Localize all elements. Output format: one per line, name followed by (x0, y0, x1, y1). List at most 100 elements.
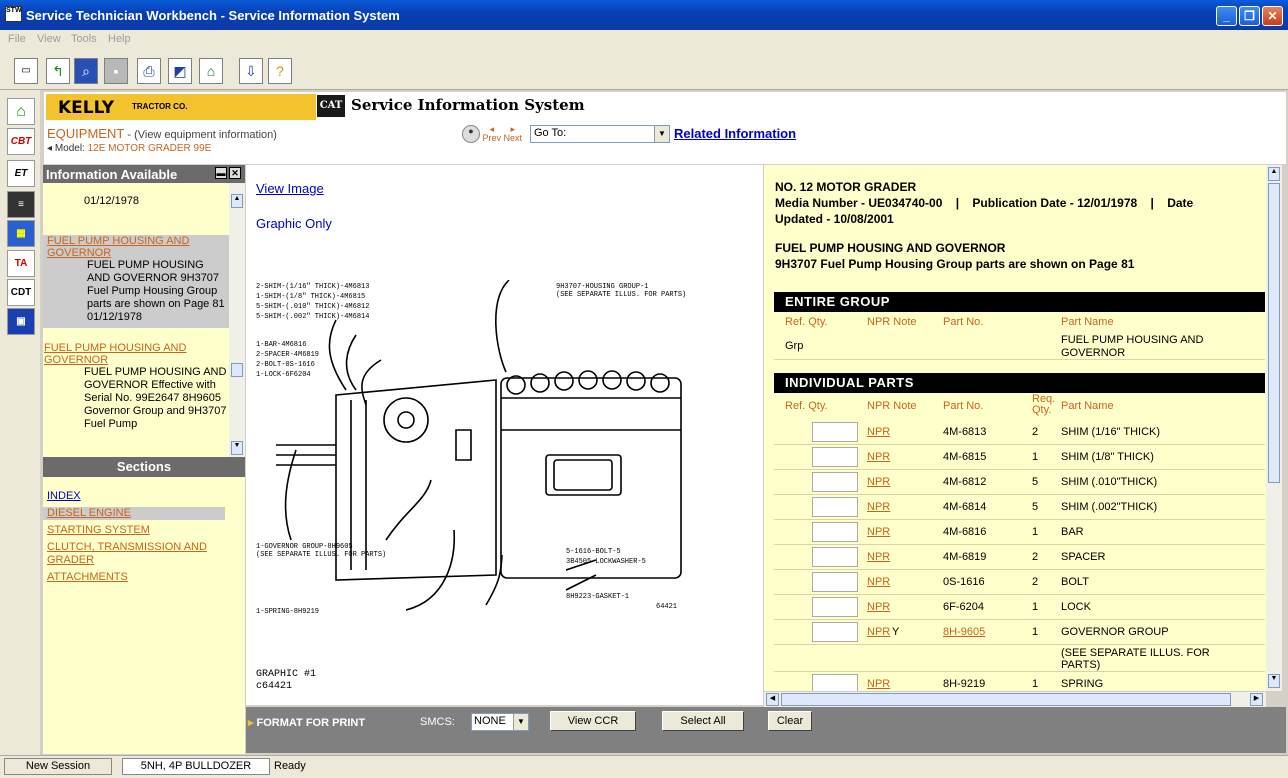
label-lock: 1-LOCK-6F6204 (256, 371, 311, 379)
menu-file[interactable]: File (8, 33, 26, 45)
clear-button[interactable]: Clear (768, 711, 812, 731)
ref-qty-input[interactable] (812, 472, 858, 492)
part-number[interactable]: 8H-9605 (943, 626, 985, 638)
disk-icon[interactable]: ▪ (104, 58, 128, 84)
network-icon[interactable]: ≡ (7, 191, 35, 218)
exploded-parts-drawing[interactable]: 2-SHIM-(1/16" THICK)-4M6813 1-SHIM-(1/8"… (256, 280, 696, 620)
ref-qty-input[interactable] (812, 547, 858, 567)
npr-link[interactable]: NPR (867, 426, 890, 438)
ref-qty-input[interactable] (812, 422, 858, 442)
note-row: (SEE SEPARATE ILLUS. FOR PARTS) (774, 645, 1265, 672)
ta-icon[interactable]: TA (7, 250, 35, 277)
minimize-panel-icon[interactable]: ▭ (14, 58, 38, 84)
restore-button[interactable]: ❐ (1239, 6, 1260, 26)
npr-link[interactable]: NPR (867, 451, 890, 463)
npr-link[interactable]: NPR (867, 476, 890, 488)
info-list: 01/12/1978 FUEL PUMP HOUSING AND GOVERNO… (43, 183, 229, 457)
home-icon[interactable]: ⌂ (7, 98, 35, 125)
ref-qty-input[interactable] (812, 674, 858, 691)
npr-link[interactable]: NPR (867, 601, 890, 613)
view-image-link[interactable]: View Image (256, 181, 324, 196)
section-diesel-engine[interactable]: DIESEL ENGINE (43, 507, 225, 520)
format-for-print[interactable]: ▸ FORMAT FOR PRINT (248, 716, 365, 729)
section-starting-system[interactable]: STARTING SYSTEM (43, 524, 245, 537)
minimize-button[interactable]: _ (1216, 6, 1237, 26)
ref-qty-input[interactable] (812, 497, 858, 517)
cdt-icon[interactable]: CDT (7, 279, 35, 306)
scroll-left-icon[interactable]: ◀ (766, 693, 779, 706)
npr-link[interactable]: NPR (867, 501, 890, 513)
prev-button[interactable]: ◂ Prev (483, 125, 502, 143)
exit-icon[interactable]: ⇩ (239, 58, 263, 84)
scroll-thumb[interactable] (781, 693, 1231, 706)
part-row: NPR 4M-6819 2 SPACER (774, 545, 1265, 570)
label-housing-note: (SEE SEPARATE ILLUS. FOR PARTS) (556, 291, 686, 299)
menu-help[interactable]: Help (108, 33, 131, 45)
label-shim-2: 1-SHIM-(1/8" THICK)-4M6815 (256, 293, 365, 301)
et-icon[interactable]: ET (7, 160, 35, 187)
npr-link[interactable]: NPR (867, 626, 890, 638)
window-title: Service Technician Workbench - Service I… (26, 8, 400, 23)
parts-vertical-scrollbar[interactable]: ▲ ▼ (1266, 165, 1282, 691)
part-name: SHIM (.010"THICK) (1061, 476, 1158, 488)
section-clutch-transmission[interactable]: CLUTCH, TRANSMISSION AND GRADER (43, 541, 233, 567)
list-item[interactable]: 01/12/1978 (43, 183, 229, 235)
scroll-up-icon[interactable]: ▲ (1268, 167, 1280, 181)
part-number: 6F-6204 (943, 601, 984, 613)
new-session-button[interactable]: New Session (4, 758, 112, 775)
npr-link[interactable]: NPR (867, 678, 890, 690)
scroll-down-icon[interactable]: ▼ (1268, 674, 1280, 688)
npr-link[interactable]: NPR (867, 551, 890, 563)
search-icon[interactable]: ⌕ (74, 58, 98, 84)
toolbar: ▭ ↰ ⌕ ▪ ⎙ ◩ ⌂ ⇩ ? (0, 50, 1288, 90)
ref-qty-input[interactable] (812, 622, 858, 642)
info-scrollbar[interactable]: ▲ ▼ (229, 183, 245, 457)
part-row: NPR 4M-6816 1 BAR (774, 520, 1265, 545)
npr-link[interactable]: NPR (867, 576, 890, 588)
cbt-icon[interactable]: CBT (7, 128, 35, 155)
calendar-icon[interactable]: ▦ (7, 220, 35, 247)
panel-minimize-icon[interactable]: ▬ (215, 167, 227, 179)
ref-qty-input[interactable] (812, 522, 858, 542)
back-icon[interactable]: ↰ (46, 58, 70, 84)
part-number: 4M-6812 (943, 476, 987, 488)
menu-view[interactable]: View (37, 33, 61, 45)
section-attachments[interactable]: ATTACHMENTS (43, 571, 245, 584)
related-information-link[interactable]: Related Information (674, 126, 796, 141)
smcs-label: SMCS: (420, 716, 455, 728)
next-button[interactable]: ▸ Next (504, 125, 523, 143)
list-item-selected[interactable]: FUEL PUMP HOUSING AND GOVERNOR FUEL PUMP… (43, 235, 229, 328)
entire-group-header: ENTIRE GROUP (774, 292, 1265, 312)
system-title: Service Information System (351, 96, 585, 114)
scroll-right-icon[interactable]: ▶ (1250, 693, 1263, 706)
help-icon[interactable]: ? (268, 58, 292, 84)
book-icon[interactable]: ▣ (7, 308, 35, 335)
close-button[interactable]: ✕ (1262, 6, 1283, 26)
panel-close-icon[interactable]: ✕ (229, 167, 241, 179)
eraser-icon[interactable]: ◩ (168, 58, 192, 84)
scroll-thumb[interactable] (1268, 183, 1280, 483)
home-calc-icon[interactable]: ⌂ (199, 58, 223, 84)
ref-qty-input[interactable] (812, 572, 858, 592)
nav-icon[interactable]: ● (462, 125, 480, 143)
menu-tools[interactable]: Tools (71, 33, 97, 45)
print-icon[interactable]: ⎙ (137, 58, 161, 84)
scroll-thumb[interactable] (231, 363, 243, 377)
ref-qty-input[interactable] (812, 447, 858, 467)
view-ccr-button[interactable]: View CCR (550, 711, 636, 731)
scroll-down-icon[interactable]: ▼ (231, 441, 243, 455)
select-all-button[interactable]: Select All (662, 711, 744, 731)
goto-select[interactable]: Go To: ▼ (530, 125, 670, 143)
part-row: NPR 6F-6204 1 LOCK (774, 595, 1265, 620)
scroll-up-icon[interactable]: ▲ (231, 194, 243, 208)
part-number: 4M-6815 (943, 451, 987, 463)
npr-link[interactable]: NPR (867, 526, 890, 538)
req-qty: 2 (1032, 551, 1039, 563)
smcs-select[interactable]: NONE ▼ (471, 713, 529, 731)
req-qty: 5 (1032, 476, 1039, 488)
ref-qty-input[interactable] (812, 597, 858, 617)
parts-horizontal-scrollbar[interactable]: ◀ ▶ (764, 691, 1266, 707)
equipment-link[interactable]: EQUIPMENT - (View equipment information) (47, 126, 277, 141)
list-item[interactable]: FUEL PUMP HOUSING AND GOVERNOR FUEL PUMP… (43, 328, 229, 431)
section-index[interactable]: INDEX (43, 490, 245, 503)
